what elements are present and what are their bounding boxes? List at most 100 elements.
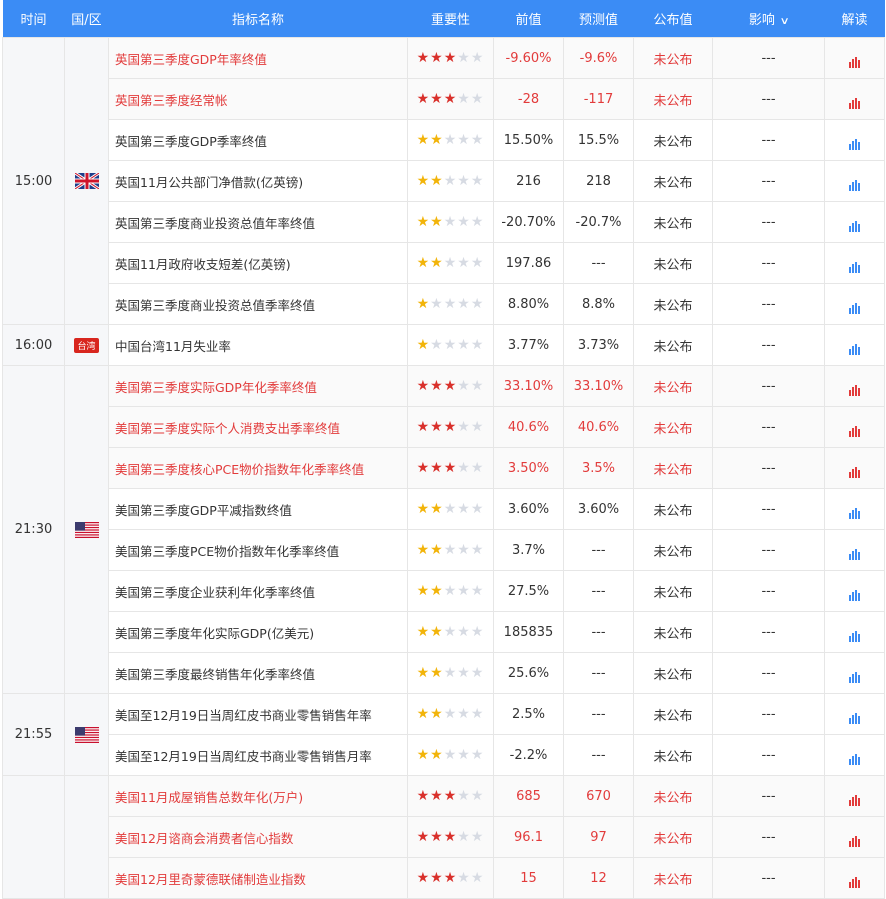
bar-chart-icon[interactable] bbox=[848, 94, 861, 109]
indicator-name[interactable]: 英国11月公共部门净借款(亿英镑) bbox=[108, 160, 408, 202]
indicator-name[interactable]: 美国至12月19日当周红皮书商业零售销售年率 bbox=[108, 693, 408, 735]
bar-chart-icon[interactable] bbox=[848, 750, 861, 765]
star-icon: ★ bbox=[457, 870, 471, 886]
impact-value: --- bbox=[712, 242, 825, 284]
header-impact: 影响 bbox=[748, 13, 775, 28]
indicator-name[interactable]: 美国第三季度PCE物价指数年化季率终值 bbox=[108, 529, 408, 571]
actual-status: 未公布 bbox=[633, 652, 713, 694]
importance-stars: ★★★★★ bbox=[407, 775, 494, 817]
indicator-name[interactable]: 美国第三季度企业获利年化季率终值 bbox=[108, 570, 408, 612]
bar-chart-icon[interactable] bbox=[848, 258, 861, 273]
table-row: 美国第三季度实际个人消费支出季率终值 ★★★★★ 40.6% 40.6% 未公布 --- bbox=[3, 406, 885, 448]
header-region: 国/区 bbox=[64, 0, 109, 38]
analysis-cell[interactable] bbox=[824, 857, 885, 899]
star-icon: ★ bbox=[443, 460, 458, 476]
analysis-cell[interactable] bbox=[824, 488, 885, 530]
indicator-name[interactable]: 美国第三季度实际GDP年化季率终值 bbox=[108, 365, 408, 407]
bar-chart-icon[interactable] bbox=[848, 873, 861, 888]
analysis-cell[interactable] bbox=[824, 816, 885, 858]
bar-chart-icon[interactable] bbox=[848, 381, 861, 396]
bar-chart-icon[interactable] bbox=[848, 340, 861, 355]
analysis-cell[interactable] bbox=[824, 447, 885, 489]
bar-chart-icon[interactable] bbox=[848, 627, 861, 642]
indicator-name[interactable]: 美国12月谘商会消费者信心指数 bbox=[108, 816, 408, 858]
analysis-cell[interactable] bbox=[824, 119, 885, 161]
bar-chart-icon[interactable] bbox=[848, 422, 861, 437]
indicator-name[interactable]: 美国12月里奇蒙德联储制造业指数 bbox=[108, 857, 408, 899]
star-icon: ★ bbox=[430, 296, 444, 312]
analysis-cell[interactable] bbox=[824, 652, 885, 694]
previous-value: 15 bbox=[493, 857, 564, 899]
analysis-cell[interactable] bbox=[824, 365, 885, 407]
actual-status: 未公布 bbox=[633, 816, 713, 858]
table-row: 美国第三季度核心PCE物价指数年化季率终值 ★★★★★ 3.50% 3.5% 未公布 --… bbox=[3, 447, 885, 489]
analysis-cell[interactable] bbox=[824, 324, 885, 366]
analysis-cell[interactable] bbox=[824, 611, 885, 653]
analysis-cell[interactable] bbox=[824, 529, 885, 571]
importance-stars: ★★★★★ bbox=[407, 119, 494, 161]
bar-chart-icon[interactable] bbox=[848, 791, 861, 806]
analysis-cell[interactable] bbox=[824, 78, 885, 120]
star-icon: ★ bbox=[457, 337, 471, 353]
bar-chart-icon[interactable] bbox=[848, 668, 861, 683]
bar-chart-icon[interactable] bbox=[848, 135, 861, 150]
bar-chart-icon[interactable] bbox=[848, 832, 861, 847]
bar-chart-icon[interactable] bbox=[848, 504, 861, 519]
star-icon: ★ bbox=[416, 788, 431, 804]
star-icon: ★ bbox=[470, 419, 485, 435]
bar-chart-icon[interactable] bbox=[848, 299, 861, 314]
indicator-name[interactable]: 英国11月政府收支短差(亿英镑) bbox=[108, 242, 408, 284]
header-actual: 公布值 bbox=[633, 0, 713, 38]
indicator-name[interactable]: 美国第三季度GDP平减指数终值 bbox=[108, 488, 408, 530]
star-icon: ★ bbox=[443, 419, 458, 435]
star-icon: ★ bbox=[457, 624, 471, 640]
star-icon: ★ bbox=[416, 665, 431, 681]
bar-chart-icon[interactable] bbox=[848, 53, 861, 68]
analysis-cell[interactable] bbox=[824, 37, 885, 79]
indicator-name[interactable]: 英国第三季度GDP季率终值 bbox=[108, 119, 408, 161]
analysis-cell[interactable] bbox=[824, 201, 885, 243]
indicator-name[interactable]: 美国至12月19日当周红皮书商业零售销售月率 bbox=[108, 734, 408, 776]
impact-filter[interactable]: 影响 ∨ bbox=[712, 0, 825, 38]
bar-chart-icon[interactable] bbox=[848, 545, 861, 560]
star-icon: ★ bbox=[430, 747, 444, 763]
previous-value: 216 bbox=[493, 160, 564, 202]
star-icon: ★ bbox=[470, 173, 485, 189]
bar-chart-icon[interactable] bbox=[848, 463, 861, 478]
analysis-cell[interactable] bbox=[824, 693, 885, 735]
analysis-cell[interactable] bbox=[824, 570, 885, 612]
importance-stars: ★★★★★ bbox=[407, 570, 494, 612]
star-icon: ★ bbox=[430, 337, 444, 353]
forecast-value: 3.73% bbox=[563, 324, 634, 366]
indicator-name[interactable]: 英国第三季度商业投资总值季率终值 bbox=[108, 283, 408, 325]
star-icon: ★ bbox=[457, 542, 471, 558]
actual-status: 未公布 bbox=[633, 119, 713, 161]
analysis-cell[interactable] bbox=[824, 242, 885, 284]
analysis-cell[interactable] bbox=[824, 775, 885, 817]
indicator-name[interactable]: 美国第三季度最终销售年化季率终值 bbox=[108, 652, 408, 694]
star-icon: ★ bbox=[430, 132, 444, 148]
analysis-cell[interactable] bbox=[824, 160, 885, 202]
indicator-name[interactable]: 英国第三季度经常帐 bbox=[108, 78, 408, 120]
analysis-cell[interactable] bbox=[824, 283, 885, 325]
star-icon: ★ bbox=[457, 501, 471, 517]
analysis-cell[interactable] bbox=[824, 734, 885, 776]
indicator-name[interactable]: 美国第三季度年化实际GDP(亿美元) bbox=[108, 611, 408, 653]
bar-chart-icon[interactable] bbox=[848, 586, 861, 601]
indicator-name[interactable]: 美国11月成屋销售总数年化(万户) bbox=[108, 775, 408, 817]
indicator-name[interactable]: 美国第三季度核心PCE物价指数年化季率终值 bbox=[108, 447, 408, 489]
star-icon: ★ bbox=[430, 378, 444, 394]
analysis-cell[interactable] bbox=[824, 406, 885, 448]
bar-chart-icon[interactable] bbox=[848, 217, 861, 232]
star-icon: ★ bbox=[457, 747, 471, 763]
bar-chart-icon[interactable] bbox=[848, 176, 861, 191]
impact-value: --- bbox=[712, 775, 825, 817]
bar-chart-icon[interactable] bbox=[848, 709, 861, 724]
indicator-name[interactable]: 中国台湾11月失业率 bbox=[108, 324, 408, 366]
indicator-name[interactable]: 英国第三季度商业投资总值年率终值 bbox=[108, 201, 408, 243]
indicator-name[interactable]: 美国第三季度实际个人消费支出季率终值 bbox=[108, 406, 408, 448]
indicator-name[interactable]: 英国第三季度GDP年率终值 bbox=[108, 37, 408, 79]
actual-status: 未公布 bbox=[633, 529, 713, 571]
actual-status: 未公布 bbox=[633, 242, 713, 284]
previous-value: -20.70% bbox=[493, 201, 564, 243]
